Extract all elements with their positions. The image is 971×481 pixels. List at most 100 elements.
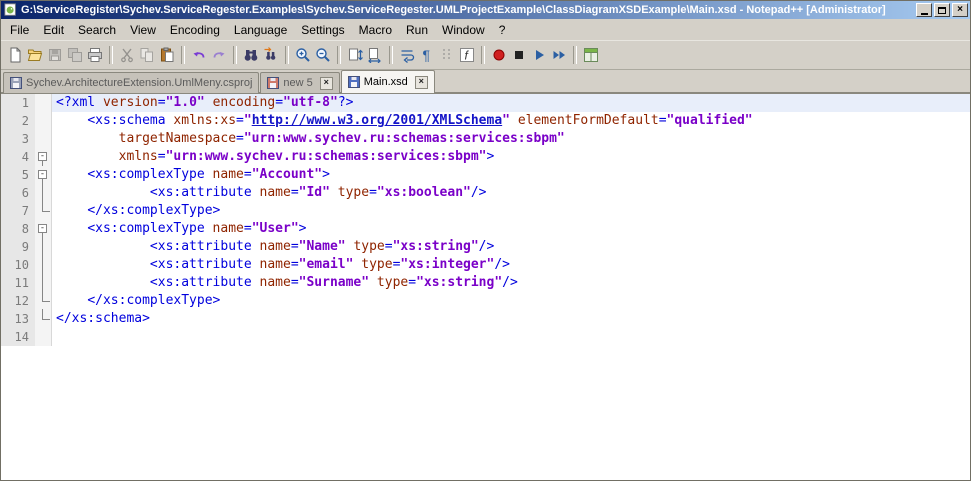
open-icon[interactable] bbox=[26, 46, 44, 64]
svg-text:¶: ¶ bbox=[423, 47, 431, 63]
code-text[interactable]: </xs:complexType> bbox=[52, 202, 970, 220]
print-icon[interactable] bbox=[86, 46, 104, 64]
code-text[interactable] bbox=[52, 328, 970, 346]
menu-item-edit[interactable]: Edit bbox=[36, 20, 71, 40]
fold-margin bbox=[35, 328, 52, 346]
sync-horizontal-icon[interactable] bbox=[366, 46, 384, 64]
sync-vertical-icon[interactable] bbox=[346, 46, 364, 64]
menu-item-macro[interactable]: Macro bbox=[352, 20, 399, 40]
line-number[interactable]: 9 bbox=[1, 238, 35, 256]
line-number[interactable]: 10 bbox=[1, 256, 35, 274]
code-text[interactable]: xmlns="urn:www.sychev.ru:schemas:service… bbox=[52, 148, 970, 166]
notepadpp-app-icon bbox=[4, 3, 18, 17]
fold-toggle[interactable]: - bbox=[35, 220, 52, 239]
line-number[interactable]: 3 bbox=[1, 130, 35, 148]
word-wrap-icon[interactable] bbox=[398, 46, 416, 64]
menu-item-run[interactable]: Run bbox=[399, 20, 435, 40]
tab-new-5[interactable]: new 5 × bbox=[260, 72, 340, 93]
fold-margin bbox=[35, 201, 52, 220]
code-text[interactable]: <xs:complexType name="User"> bbox=[52, 220, 970, 238]
menu-item-help[interactable]: ? bbox=[492, 20, 513, 40]
tab-close-icon[interactable]: × bbox=[319, 76, 333, 90]
menu-item-language[interactable]: Language bbox=[227, 20, 294, 40]
minimize-button[interactable] bbox=[916, 3, 932, 17]
title-bar[interactable]: G:\ServiceRegister\Sychev.ServiceRegeste… bbox=[1, 1, 970, 19]
toolbar: ¶ f bbox=[1, 41, 970, 70]
code-text[interactable]: <xs:attribute name="Id" type="xs:boolean… bbox=[52, 184, 970, 202]
menu-item-file[interactable]: File bbox=[3, 20, 36, 40]
saved-file-icon bbox=[10, 77, 22, 89]
fold-margin bbox=[35, 309, 52, 328]
cut-icon[interactable] bbox=[118, 46, 136, 64]
code-text[interactable]: targetNamespace="urn:www.sychev.ru:schem… bbox=[52, 130, 970, 148]
code-line-5: 5- <xs:complexType name="Account"> bbox=[1, 166, 970, 185]
paste-icon[interactable] bbox=[158, 46, 176, 64]
code-line-14: 14 bbox=[1, 328, 970, 346]
menu-item-settings[interactable]: Settings bbox=[294, 20, 351, 40]
menu-item-window[interactable]: Window bbox=[435, 20, 492, 40]
menu-item-encoding[interactable]: Encoding bbox=[163, 20, 227, 40]
line-number[interactable]: 7 bbox=[1, 202, 35, 220]
tab-sychev-architectureextension-umlmeny-csproj[interactable]: Sychev.ArchitectureExtension.UmlMeny.csp… bbox=[3, 72, 260, 93]
zoom-out-icon[interactable] bbox=[314, 46, 332, 64]
code-line-1: 1 <?xml version="1.0" encoding="utf-8"?> bbox=[1, 94, 970, 112]
function-list-icon[interactable]: f bbox=[458, 46, 476, 64]
save-icon[interactable] bbox=[46, 46, 64, 64]
fold-margin bbox=[35, 130, 52, 148]
copy-icon[interactable] bbox=[138, 46, 156, 64]
new-file-icon[interactable] bbox=[6, 46, 24, 64]
line-number[interactable]: 6 bbox=[1, 184, 35, 202]
line-number[interactable]: 12 bbox=[1, 292, 35, 310]
macro-run-multiple-icon[interactable] bbox=[550, 46, 568, 64]
line-number[interactable]: 4 bbox=[1, 148, 35, 166]
menu-item-view[interactable]: View bbox=[123, 20, 163, 40]
save-all-icon[interactable] bbox=[66, 46, 84, 64]
code-text[interactable]: </xs:complexType> bbox=[52, 292, 970, 310]
line-number[interactable]: 8 bbox=[1, 220, 35, 238]
line-number[interactable]: 2 bbox=[1, 112, 35, 130]
close-button[interactable]: × bbox=[952, 3, 968, 17]
redo-icon[interactable] bbox=[210, 46, 228, 64]
code-text[interactable]: <xs:complexType name="Account"> bbox=[52, 166, 970, 184]
replace-icon[interactable] bbox=[262, 46, 280, 64]
code-text[interactable]: <xs:attribute name="Surname" type="xs:st… bbox=[52, 274, 970, 292]
tab-label: new 5 bbox=[283, 77, 313, 89]
fold-toggle[interactable]: - bbox=[35, 148, 52, 167]
zoom-in-icon[interactable] bbox=[294, 46, 312, 64]
tab-close-icon[interactable]: × bbox=[414, 75, 428, 89]
code-line-11: 11 <xs:attribute name="Surname" type="xs… bbox=[1, 273, 970, 293]
code-text[interactable]: <?xml version="1.0" encoding="utf-8"?> bbox=[52, 94, 970, 112]
menu-item-search[interactable]: Search bbox=[71, 20, 123, 40]
show-all-characters-icon[interactable]: ¶ bbox=[418, 46, 436, 64]
saved-file-icon bbox=[347, 76, 360, 88]
line-number[interactable]: 13 bbox=[1, 310, 35, 328]
window-title: G:\ServiceRegister\Sychev.ServiceRegeste… bbox=[21, 4, 886, 16]
code-line-12: 12 </xs:complexType> bbox=[1, 291, 970, 310]
doc-switcher-icon[interactable] bbox=[582, 46, 600, 64]
tab-bar: Sychev.ArchitectureExtension.UmlMeny.csp… bbox=[1, 70, 970, 93]
undo-icon[interactable] bbox=[190, 46, 208, 64]
toolbar-separator bbox=[233, 46, 237, 64]
line-number[interactable]: 14 bbox=[1, 328, 35, 346]
line-number[interactable]: 5 bbox=[1, 166, 35, 184]
code-line-13: 13 </xs:schema> bbox=[1, 309, 970, 328]
code-text[interactable]: <xs:schema xmlns:xs="http://www.w3.org/2… bbox=[52, 112, 970, 130]
macro-record-icon[interactable] bbox=[490, 46, 508, 64]
code-text[interactable]: <xs:attribute name="email" type="xs:inte… bbox=[52, 256, 970, 274]
find-icon[interactable] bbox=[242, 46, 260, 64]
show-indent-guide-icon[interactable] bbox=[438, 46, 456, 64]
code-area[interactable]: 1 <?xml version="1.0" encoding="utf-8"?> 2… bbox=[1, 94, 970, 346]
notepadpp-window: G:\ServiceRegister\Sychev.ServiceRegeste… bbox=[0, 0, 971, 481]
fold-toggle[interactable]: - bbox=[35, 166, 52, 185]
editor[interactable]: 1 <?xml version="1.0" encoding="utf-8"?> 2… bbox=[1, 93, 970, 480]
toolbar-separator bbox=[573, 46, 577, 64]
code-text[interactable]: <xs:attribute name="Name" type="xs:strin… bbox=[52, 238, 970, 256]
line-number[interactable]: 1 bbox=[1, 94, 35, 112]
macro-stop-icon[interactable] bbox=[510, 46, 528, 64]
restore-button[interactable] bbox=[934, 3, 950, 17]
tab-main-xsd[interactable]: Main.xsd × bbox=[340, 70, 435, 93]
macro-play-icon[interactable] bbox=[530, 46, 548, 64]
code-text[interactable]: </xs:schema> bbox=[52, 310, 970, 328]
line-number[interactable]: 11 bbox=[1, 274, 35, 292]
tab-label: Main.xsd bbox=[363, 76, 408, 88]
